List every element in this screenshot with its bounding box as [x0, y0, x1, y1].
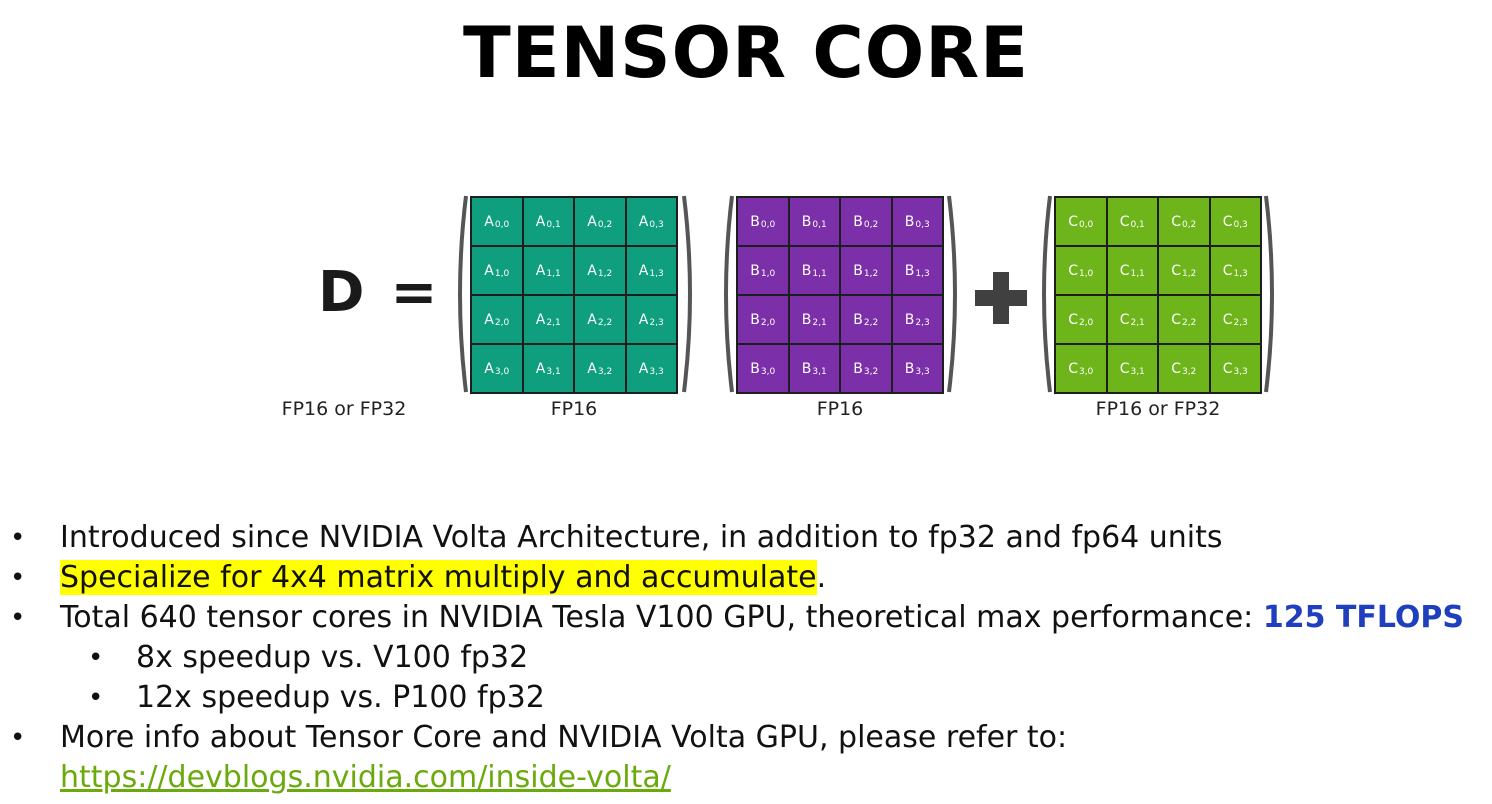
matrix-cell-b-2-3: B 2,3 — [892, 296, 942, 343]
matrix-cell-c-2-1: C 2,1 — [1107, 296, 1157, 343]
matrix-cell-b-2-0: B 2,0 — [738, 296, 788, 343]
matrix-a-precision-label: FP16 — [550, 398, 598, 420]
matrix-cell-c-1-0: C 1,0 — [1056, 247, 1106, 294]
matrix-cell-c-0-1: C 0,1 — [1107, 198, 1157, 245]
left-paren-a — [452, 194, 468, 394]
matrix-cell-a-2-1: A 2,1 — [523, 296, 573, 343]
matrix-cell-c-2-2: C 2,2 — [1159, 296, 1209, 343]
right-paren-a — [682, 194, 698, 394]
matrix-cell-b-3-3: B 3,3 — [892, 345, 942, 392]
left-paren-b — [718, 194, 734, 394]
matrix-cell-c-3-2: C 3,2 — [1159, 345, 1209, 392]
matrix-cell-a-0-3: A 0,3 — [626, 198, 676, 245]
matrix-cell-c-1-2: C 1,2 — [1159, 247, 1209, 294]
matrix-cell-b-3-2: B 3,2 — [841, 345, 891, 392]
matrix-cell-a-3-2: A 3,2 — [575, 345, 625, 392]
matrix-cell-a-0-1: A 0,1 — [523, 198, 573, 245]
equation-lhs: D = — [318, 258, 437, 328]
matrix-cell-a-3-1: A 3,1 — [523, 345, 573, 392]
bullet-performance: Total 640 tensor cores in NVIDIA Tesla V… — [0, 598, 1492, 638]
right-paren-c — [1264, 194, 1280, 394]
bullet-list: Introduced since NVIDIA Volta Architectu… — [0, 518, 1492, 798]
matrix-cell-b-1-2: B 1,2 — [841, 247, 891, 294]
matrix-cell-b-0-3: B 0,3 — [892, 198, 942, 245]
result-symbol: D — [318, 260, 365, 325]
matrix-cell-c-0-3: C 0,3 — [1210, 198, 1260, 245]
matrix-cell-b-0-1: B 0,1 — [789, 198, 839, 245]
matrix-c-precision-label: FP16 or FP32 — [1095, 398, 1221, 420]
matrix-cell-b-2-1: B 2,1 — [789, 296, 839, 343]
matrix-cell-a-2-0: A 2,0 — [472, 296, 522, 343]
matrix-cell-a-0-2: A 0,2 — [575, 198, 625, 245]
matrix-cell-a-2-3: A 2,3 — [626, 296, 676, 343]
left-paren-c — [1036, 194, 1052, 394]
matrix-cell-a-1-1: A 1,1 — [523, 247, 573, 294]
bullet-volta: Introduced since NVIDIA Volta Architectu… — [0, 518, 1492, 558]
matrix-cell-a-0-0: A 0,0 — [472, 198, 522, 245]
matrix-cell-a-3-0: A 3,0 — [472, 345, 522, 392]
matrix-b-precision-label: FP16 — [816, 398, 864, 420]
matrix-cell-a-3-3: A 3,3 — [626, 345, 676, 392]
matrix-b: B 0,0 B 0,1 B 0,2 B 0,3 B 1,0 B 1,1 B 1,2 B 1,3 B 2,0 B 2,1… — [736, 196, 944, 394]
highlighted-text: Specialize for 4x4 matrix multiply and a… — [60, 560, 817, 595]
matrix-cell-b-3-0: B 3,0 — [738, 345, 788, 392]
matrix-cell-b-0-2: B 0,2 — [841, 198, 891, 245]
result-precision-label: FP16 or FP32 — [281, 398, 407, 420]
matrix-a: A 0,0 A 0,1 A 0,2 A 0,3 A 1,0 A 1,1 A 1,2 A 1,3 A 2,0 A 2,1… — [470, 196, 678, 394]
matrix-cell-c-2-0: C 2,0 — [1056, 296, 1106, 343]
devblogs-link[interactable]: https://devblogs.nvidia.com/inside-volta… — [60, 760, 671, 795]
bullet-link-line: https://devblogs.nvidia.com/inside-volta… — [0, 758, 1492, 798]
matrix-cell-a-2-2: A 2,2 — [575, 296, 625, 343]
matrix-cell-c-2-3: C 2,3 — [1210, 296, 1260, 343]
right-paren-b — [947, 194, 963, 394]
matrix-cell-c-3-0: C 3,0 — [1056, 345, 1106, 392]
sub-bullet-v100: 8x speedup vs. V100 fp32 — [0, 638, 1492, 678]
matrix-cell-b-2-2: B 2,2 — [841, 296, 891, 343]
matrix-cell-a-1-0: A 1,0 — [472, 247, 522, 294]
sub-bullet-p100: 12x speedup vs. P100 fp32 — [0, 678, 1492, 718]
matrix-cell-c-3-1: C 3,1 — [1107, 345, 1157, 392]
equals-sign: = — [390, 260, 438, 325]
slide-title: TENSOR CORE — [463, 12, 1029, 94]
matrix-cell-b-1-3: B 1,3 — [892, 247, 942, 294]
matrix-c: C 0,0 C 0,1 C 0,2 C 0,3 C 1,0 C 1,1 C 1,2 C 1,3 C 2,0 C 2,1… — [1054, 196, 1262, 394]
matrix-cell-b-3-1: B 3,1 — [789, 345, 839, 392]
performance-value: 125 TFLOPS — [1262, 600, 1464, 635]
matrix-cell-b-1-0: B 1,0 — [738, 247, 788, 294]
matrix-cell-c-1-3: C 1,3 — [1210, 247, 1260, 294]
bullet-specialize: Specialize for 4x4 matrix multiply and a… — [0, 558, 1492, 598]
bullet-more-info: More info about Tensor Core and NVIDIA V… — [0, 718, 1492, 758]
matrix-cell-c-1-1: C 1,1 — [1107, 247, 1157, 294]
matrix-cell-b-0-0: B 0,0 — [738, 198, 788, 245]
matrix-cell-b-1-1: B 1,1 — [789, 247, 839, 294]
plus-icon — [975, 272, 1027, 324]
matrix-cell-a-1-2: A 1,2 — [575, 247, 625, 294]
matrix-cell-c-3-3: C 3,3 — [1210, 345, 1260, 392]
matrix-cell-a-1-3: A 1,3 — [626, 247, 676, 294]
matrix-cell-c-0-0: C 0,0 — [1056, 198, 1106, 245]
matrix-cell-c-0-2: C 0,2 — [1159, 198, 1209, 245]
